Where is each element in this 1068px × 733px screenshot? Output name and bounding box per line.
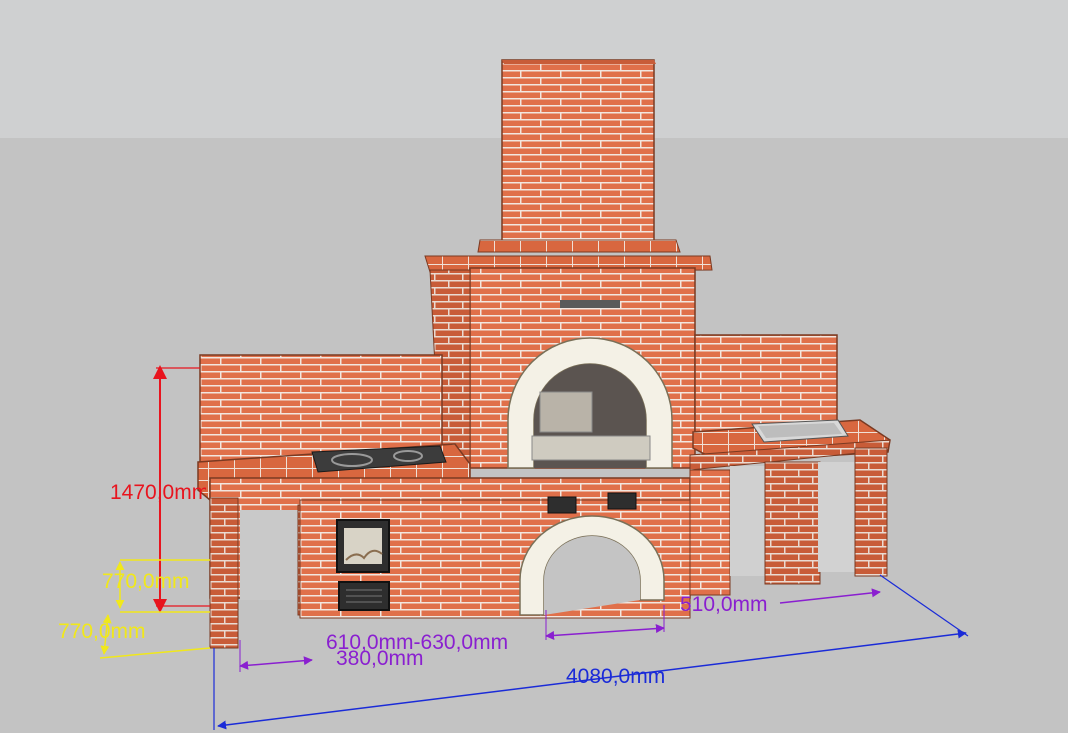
label-left-depth: 380,0mm [336, 647, 424, 670]
firebox-door [336, 519, 390, 573]
right-base [689, 439, 891, 596]
damper-handle [560, 300, 620, 308]
brick-bbq-model-view: 1470,0mm 770,0mm 770,0mm 610,0mm-630,0mm… [0, 0, 1068, 733]
ash-door [338, 581, 390, 611]
label-right-span: 510,0mm [680, 593, 768, 616]
back-wall-right [694, 334, 838, 436]
label-worktop-height: 770,0mm [102, 570, 190, 593]
chimney [501, 59, 656, 249]
label-base-height: 770,0mm [58, 620, 146, 643]
label-total-height: 1470,0mm [110, 482, 206, 503]
brick-bbq-diagram [0, 0, 1068, 733]
label-total-length: 4080,0mm [566, 665, 666, 688]
